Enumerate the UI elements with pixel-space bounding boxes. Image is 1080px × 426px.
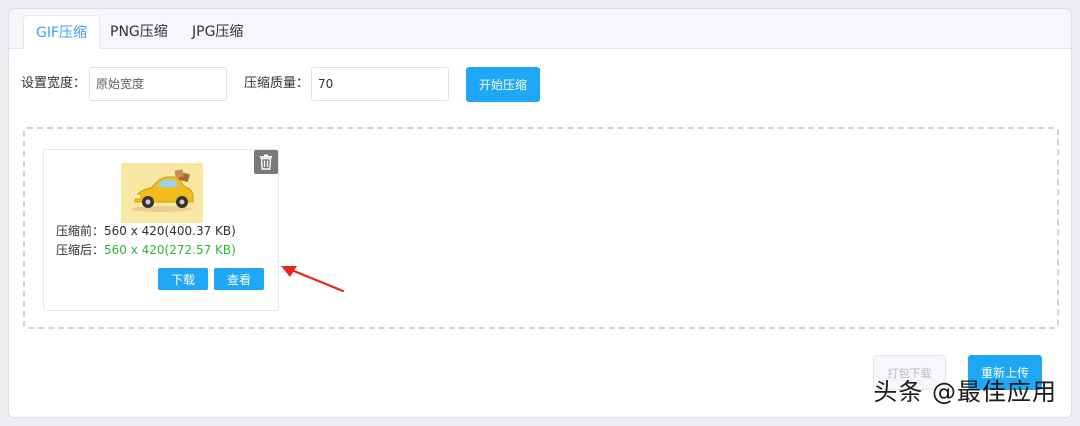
download-button[interactable]: 下载: [158, 268, 208, 290]
compressor-panel: GIF压缩 PNG压缩 JPG压缩 设置宽度： 压缩质量： 开始压缩: [8, 8, 1072, 418]
tab-jpg[interactable]: JPG压缩: [180, 15, 255, 49]
quality-input[interactable]: [311, 67, 449, 101]
file-card: 压缩前：560 x 420(400.37 KB) 压缩后：560 x 420(2…: [43, 149, 279, 311]
delete-button[interactable]: [254, 150, 278, 174]
annotation-arrow-icon: [281, 266, 345, 293]
width-label: 设置宽度：: [21, 76, 87, 91]
trash-icon: [260, 154, 272, 170]
start-compress-button[interactable]: 开始压缩: [466, 67, 540, 102]
after-label: 压缩后：: [56, 243, 105, 257]
watermark: 头条 @最佳应用: [873, 378, 1057, 406]
after-info: 压缩后：560 x 420(272.57 KB): [56, 242, 236, 258]
before-label: 压缩前：: [56, 224, 105, 238]
gif-thumbnail: [121, 163, 203, 223]
tab-gif[interactable]: GIF压缩: [23, 15, 101, 49]
tab-bar: GIF压缩 PNG压缩 JPG压缩: [9, 9, 1071, 49]
car-image-icon: [121, 163, 203, 223]
before-info: 压缩前：560 x 420(400.37 KB): [56, 223, 236, 239]
view-button[interactable]: 查看: [214, 268, 264, 290]
tab-png[interactable]: PNG压缩: [98, 15, 180, 49]
width-input[interactable]: [89, 67, 227, 101]
after-value: 560 x 420(272.57 KB): [104, 243, 236, 257]
upload-dropzone[interactable]: 压缩前：560 x 420(400.37 KB) 压缩后：560 x 420(2…: [23, 127, 1059, 329]
before-value: 560 x 420(400.37 KB): [104, 224, 236, 238]
quality-label: 压缩质量：: [244, 76, 310, 91]
